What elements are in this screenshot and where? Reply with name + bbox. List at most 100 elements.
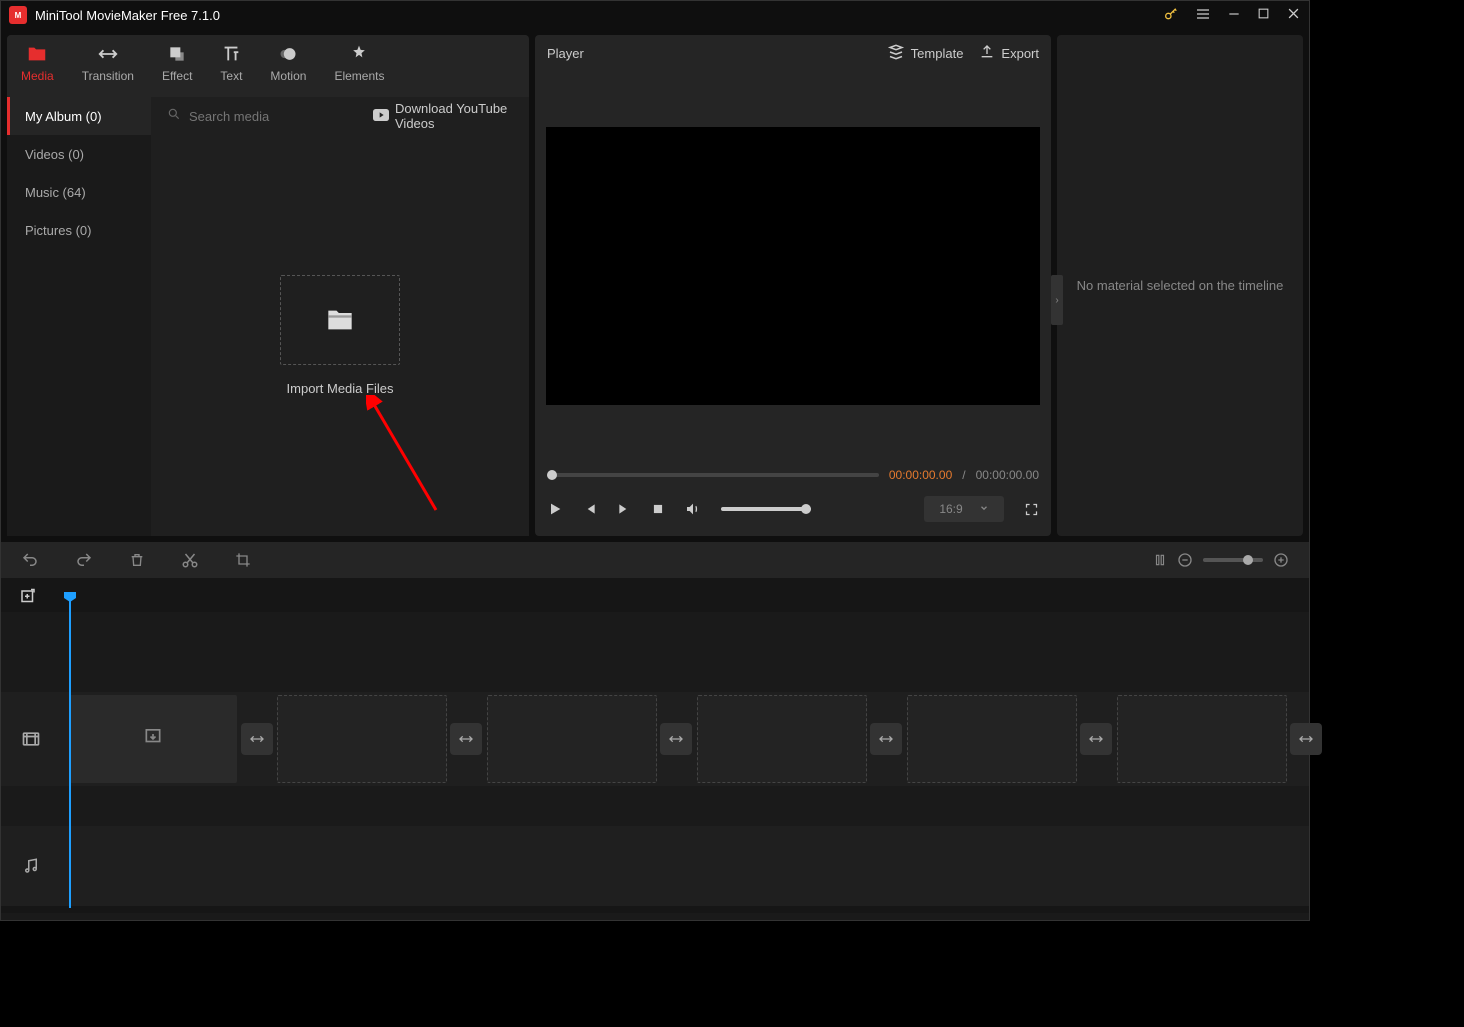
seek-row: 00:00:00.00 / 00:00:00.00	[547, 468, 1039, 482]
preview-canvas[interactable]	[546, 127, 1040, 405]
delete-button[interactable]	[129, 552, 145, 568]
play-button[interactable]	[547, 501, 563, 517]
transition-slot[interactable]	[660, 723, 692, 755]
transition-slot[interactable]	[870, 723, 902, 755]
download-youtube-label: Download YouTube Videos	[395, 101, 513, 131]
inspector-collapse-toggle[interactable]: ›	[1051, 275, 1063, 325]
clip-slot[interactable]	[277, 695, 447, 783]
crop-button[interactable]	[235, 552, 251, 568]
transition-slot[interactable]	[1290, 723, 1322, 755]
category-label: Videos (0)	[25, 147, 84, 162]
seek-bar[interactable]	[547, 473, 879, 477]
next-frame-button[interactable]	[617, 502, 631, 516]
category-label: Pictures (0)	[25, 223, 91, 238]
zoom-thumb[interactable]	[1243, 555, 1253, 565]
transport-row: 16:9	[547, 496, 1039, 522]
prev-frame-button[interactable]	[583, 502, 597, 516]
category-label: My Album (0)	[25, 109, 102, 124]
library-panel: Media Transition Effect Text Motion	[7, 35, 529, 536]
time-separator: /	[962, 468, 965, 482]
import-clip-icon	[143, 727, 163, 752]
timeline-track-overlay	[1, 612, 1309, 692]
main-area: Media Transition Effect Text Motion	[1, 29, 1309, 542]
current-time: 00:00:00.00	[889, 468, 952, 482]
download-youtube-button[interactable]: Download YouTube Videos	[373, 101, 513, 131]
category-label: Music (64)	[25, 185, 86, 200]
zoom-slider[interactable]	[1203, 558, 1263, 562]
minimize-button[interactable]	[1227, 7, 1241, 24]
transition-slot[interactable]	[1080, 723, 1112, 755]
tab-transition-label: Transition	[82, 69, 134, 83]
template-icon	[887, 43, 905, 64]
menu-icon[interactable]	[1195, 6, 1211, 25]
stop-button[interactable]	[651, 502, 665, 516]
export-label: Export	[1001, 46, 1039, 61]
fit-zoom-button[interactable]	[1153, 553, 1167, 567]
category-videos[interactable]: Videos (0)	[7, 135, 151, 173]
zoom-in-button[interactable]	[1273, 552, 1289, 568]
undo-button[interactable]	[21, 551, 39, 569]
key-icon[interactable]	[1163, 6, 1179, 25]
clip-slot[interactable]	[907, 695, 1077, 783]
close-button[interactable]	[1286, 6, 1301, 24]
zoom-out-button[interactable]	[1177, 552, 1193, 568]
maximize-button[interactable]	[1257, 7, 1270, 23]
tab-media-label: Media	[21, 69, 54, 83]
category-music[interactable]: Music (64)	[7, 173, 151, 211]
redo-button[interactable]	[75, 551, 93, 569]
playhead[interactable]	[69, 598, 71, 908]
aspect-ratio-select[interactable]: 16:9	[924, 496, 1004, 522]
category-my-album[interactable]: My Album (0)	[7, 97, 151, 135]
player-title: Player	[547, 46, 871, 61]
folder-icon	[26, 43, 48, 65]
clip-strip	[69, 692, 1299, 786]
clip-slot[interactable]	[487, 695, 657, 783]
aspect-ratio-value: 16:9	[939, 502, 962, 516]
search-row: Download YouTube Videos	[151, 97, 529, 135]
preview-area	[535, 71, 1051, 460]
inspector-empty-text: No material selected on the timeline	[1077, 278, 1284, 293]
effect-icon	[166, 43, 188, 65]
tab-elements[interactable]: Elements	[320, 35, 398, 97]
volume-thumb[interactable]	[801, 504, 811, 514]
tab-motion[interactable]: Motion	[256, 35, 320, 97]
clip-slot[interactable]	[697, 695, 867, 783]
transition-slot[interactable]	[241, 723, 273, 755]
timeline-ruler[interactable]	[1, 578, 1309, 612]
clip-slot[interactable]	[69, 695, 237, 783]
top-tabs: Media Transition Effect Text Motion	[7, 35, 529, 97]
transition-icon	[97, 43, 119, 65]
clip-slot[interactable]	[1117, 695, 1287, 783]
timeline-toolbar	[1, 542, 1309, 578]
window-controls	[1163, 6, 1301, 25]
player-header: Player Template Export	[535, 35, 1051, 71]
fullscreen-button[interactable]	[1024, 502, 1039, 517]
volume-slider[interactable]	[721, 507, 811, 511]
seek-thumb[interactable]	[547, 470, 557, 480]
add-track-button[interactable]	[19, 588, 37, 611]
chevron-down-icon	[979, 502, 989, 516]
tab-text[interactable]: Text	[206, 35, 256, 97]
import-media-button[interactable]	[280, 275, 400, 365]
export-button[interactable]: Export	[979, 44, 1039, 63]
audio-track-icon	[1, 857, 61, 875]
tab-effect[interactable]: Effect	[148, 35, 206, 97]
youtube-icon	[373, 109, 389, 124]
template-button[interactable]: Template	[887, 43, 964, 64]
tab-motion-label: Motion	[270, 69, 306, 83]
category-pictures[interactable]: Pictures (0)	[7, 211, 151, 249]
timeline-gap	[1, 786, 1309, 826]
split-button[interactable]	[181, 551, 199, 569]
video-track-icon	[1, 729, 61, 749]
tab-media[interactable]: Media	[7, 35, 68, 97]
timeline	[1, 578, 1309, 913]
motion-icon	[277, 43, 299, 65]
tab-transition[interactable]: Transition	[68, 35, 148, 97]
template-label: Template	[911, 46, 964, 61]
media-area: Download YouTube Videos Import Media Fil…	[151, 97, 529, 536]
search-input[interactable]	[189, 109, 365, 124]
volume-button[interactable]	[685, 501, 701, 517]
transition-slot[interactable]	[450, 723, 482, 755]
timeline-track-audio	[1, 826, 1309, 906]
inspector-panel: › No material selected on the timeline	[1057, 35, 1303, 536]
